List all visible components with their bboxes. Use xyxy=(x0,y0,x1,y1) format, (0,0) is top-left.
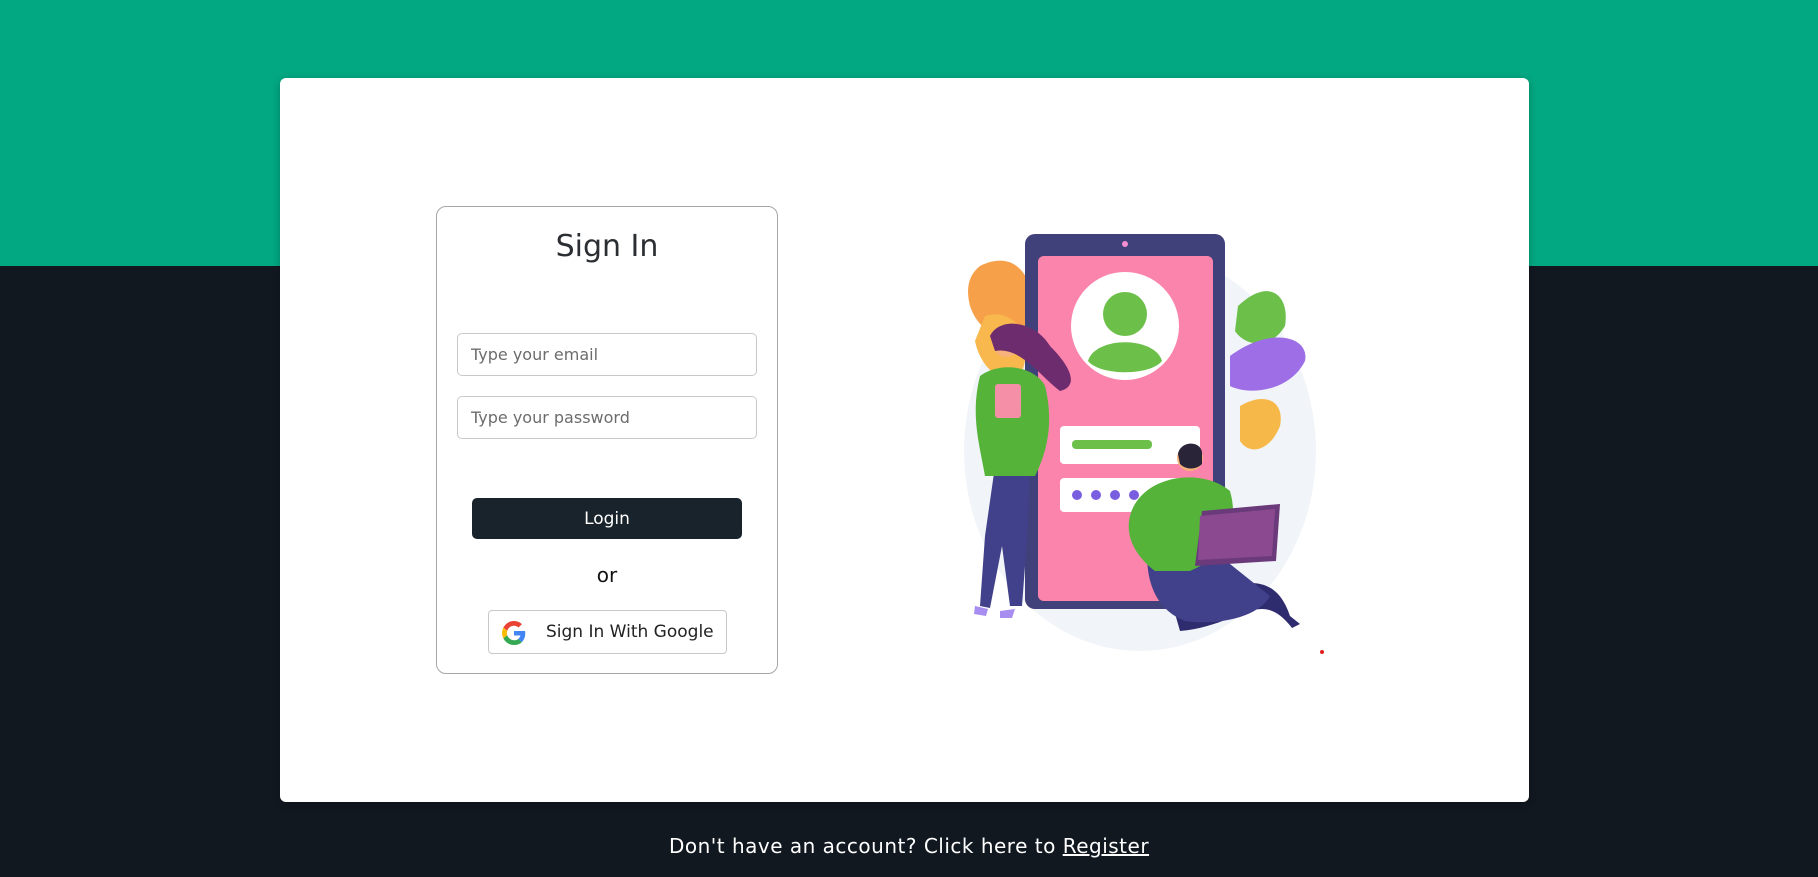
google-icon xyxy=(502,621,526,645)
login-illustration xyxy=(964,234,1324,654)
login-button[interactable]: Login xyxy=(472,498,742,539)
signin-form: Sign In Login or Sign In With Google xyxy=(436,206,778,674)
google-signin-button[interactable]: Sign In With Google xyxy=(488,610,727,654)
email-input[interactable] xyxy=(457,333,757,376)
register-link[interactable]: Register xyxy=(1063,834,1149,858)
register-prompt-text: Don't have an account? Click here to xyxy=(668,834,1056,858)
signin-title: Sign In xyxy=(555,229,659,264)
password-input[interactable] xyxy=(457,396,757,439)
or-separator: or xyxy=(596,563,618,587)
register-prompt: Don't have an account? Click here to Reg… xyxy=(0,834,1818,858)
google-signin-label: Sign In With Google xyxy=(546,622,714,642)
login-card: Sign In Login or Sign In With Google xyxy=(280,78,1529,802)
